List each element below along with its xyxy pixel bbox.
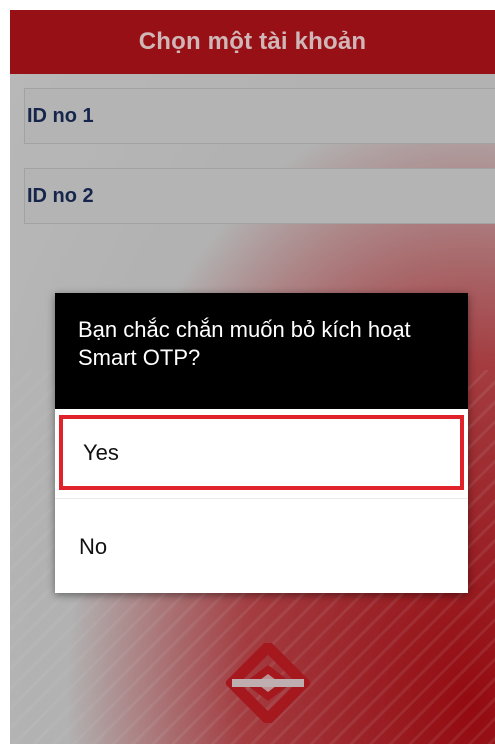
no-label: No [79,534,108,559]
confirm-dialog: Bạn chắc chắn muốn bỏ kích hoạt Smart OT… [55,293,468,593]
no-button[interactable]: No [55,503,468,591]
yes-label: Yes [83,439,119,465]
yes-button[interactable]: Yes [59,415,464,490]
dialog-message: Bạn chắc chắn muốn bỏ kích hoạt Smart OT… [78,317,411,370]
divider [55,498,468,499]
dialog-header: Bạn chắc chắn muốn bỏ kích hoạt Smart OT… [55,293,468,409]
